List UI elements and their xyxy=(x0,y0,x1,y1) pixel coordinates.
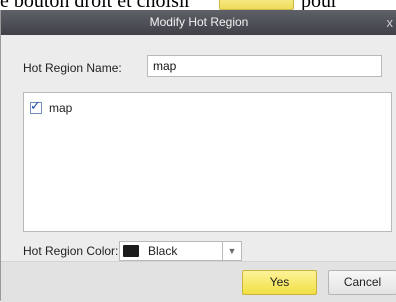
dialog-footer: Yes Cancel xyxy=(1,261,396,302)
hot-region-list: ✓ map xyxy=(23,92,392,232)
chevron-down-icon[interactable]: ▼ xyxy=(222,242,241,260)
checkmark-icon: ✓ xyxy=(30,98,41,113)
dialog-titlebar: Modify Hot Region x xyxy=(1,10,396,35)
background-document-strip: e bouton droit et choisir pour xyxy=(0,0,396,10)
map-checkbox[interactable]: ✓ xyxy=(30,98,42,114)
yes-button[interactable]: Yes xyxy=(242,270,317,295)
list-item-label: map xyxy=(49,101,73,115)
modify-hot-region-dialog: Modify Hot Region x Hot Region Name: ✓ m… xyxy=(0,10,396,302)
list-item[interactable]: ✓ map xyxy=(30,98,73,116)
hot-region-name-input[interactable] xyxy=(147,55,382,77)
background-text-right: pour xyxy=(301,0,338,10)
close-icon[interactable]: x xyxy=(387,10,394,35)
color-select-value: Black xyxy=(148,244,178,258)
dialog-title: Modify Hot Region xyxy=(149,15,249,29)
color-swatch xyxy=(123,245,139,257)
background-text: e bouton droit et choisir xyxy=(0,0,191,10)
hot-region-color-label: Hot Region Color: xyxy=(23,244,119,258)
cancel-button[interactable]: Cancel xyxy=(328,270,396,295)
hot-region-color-select[interactable]: Black ▼ xyxy=(119,241,242,261)
background-button-image xyxy=(219,0,294,10)
hot-region-name-label: Hot Region Name: xyxy=(23,61,122,75)
